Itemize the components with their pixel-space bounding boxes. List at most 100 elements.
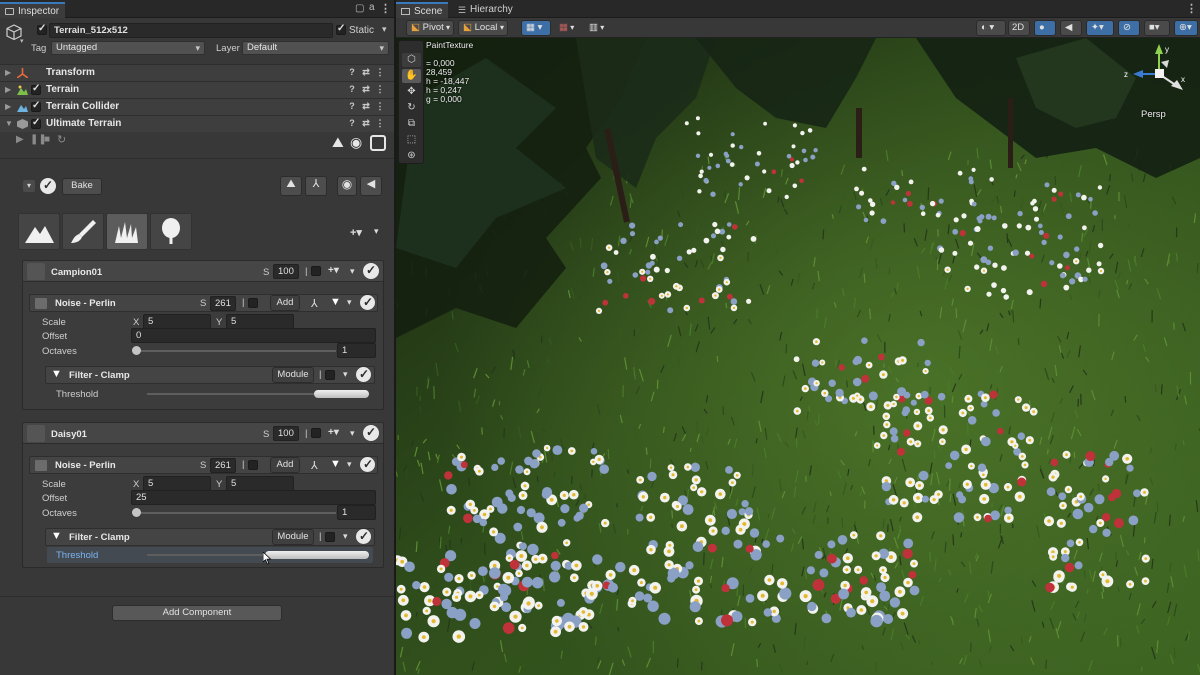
tool-view-cube[interactable]: ⬡ (402, 53, 421, 67)
add-blend-button[interactable]: Add (270, 457, 300, 473)
filter-icon[interactable]: ▼ (330, 458, 341, 470)
noise-module-header[interactable]: Noise - Perlin S 261 | Add ⅄ ▼ ▾ (29, 456, 378, 474)
terrain-tool-button[interactable]: ⛰ (280, 176, 302, 196)
filter-toggle[interactable] (325, 370, 335, 380)
shading-mode-dropdown[interactable]: ◐ ▾ (976, 20, 1006, 36)
persp-label[interactable]: Persp (1141, 109, 1166, 120)
fold-arrow-icon[interactable]: ▶ (5, 102, 11, 111)
scene-menu-icon[interactable]: ⋮ (1186, 4, 1197, 15)
audio-toggle[interactable]: ◀ (1060, 20, 1082, 36)
globe-settings-icon[interactable]: ◉ (350, 134, 362, 151)
component-ultimate-terrain[interactable]: ▼ Ultimate Terrain ? ⇄ ⋮ (0, 115, 394, 132)
preset-icon[interactable]: ⇄ (361, 118, 371, 129)
tripod-icon[interactable]: ⅄ (311, 459, 318, 472)
preset-icon[interactable]: ⇄ (361, 67, 371, 78)
filter-mode-button[interactable]: Module (272, 529, 314, 545)
add-terrain-icon[interactable]: ⛰ (332, 134, 344, 151)
gizmo-y-cone[interactable] (1155, 44, 1163, 54)
layer-toggle[interactable] (311, 266, 321, 276)
fold-arrow-expanded-icon[interactable]: ▼ (5, 119, 13, 128)
module-toggle[interactable] (248, 460, 258, 470)
preset-icon[interactable]: ⇄ (361, 84, 371, 95)
component-terrain[interactable]: ▶ Terrain ? ⇄ ⋮ (0, 81, 394, 98)
strength-field[interactable]: 261 (210, 458, 236, 473)
component-menu-icon[interactable]: ⋮ (375, 84, 385, 95)
lock-icon[interactable]: ▢ (355, 3, 364, 14)
orientation-gizmo[interactable]: y z x (1121, 40, 1191, 102)
object-name-field[interactable]: Terrain_512x512 (49, 23, 333, 38)
tab-scene[interactable]: Scene (396, 2, 449, 18)
announce-button[interactable]: ◀ (360, 176, 382, 196)
play-mode-button[interactable]: ◉ (337, 176, 357, 196)
effects-dropdown[interactable]: ✦▾ (1086, 20, 1114, 36)
tool-transform[interactable]: ⊛ (402, 149, 421, 163)
add-module-icon[interactable]: +▾ (328, 265, 339, 276)
module-enabled-check[interactable] (360, 457, 375, 472)
tool-hand[interactable]: ✋ (402, 69, 421, 83)
filter-dropdown-icon[interactable]: ▾ (343, 531, 348, 542)
tab-hierarchy[interactable]: ☰ Hierarchy (454, 2, 513, 18)
scale-y-field[interactable]: 5 (226, 314, 294, 329)
pivot-dropdown[interactable]: ⬕ Pivot ▾ (406, 20, 454, 36)
bake-enabled-check[interactable] (40, 178, 56, 194)
preset-icon[interactable]: ⇄ (361, 101, 371, 112)
module-toggle[interactable] (248, 298, 258, 308)
stop-icon[interactable]: ■ (44, 134, 50, 145)
layer-toggle[interactable] (311, 428, 321, 438)
noise-module-header[interactable]: Noise - Perlin S 261 | Add ⅄ ▼ ▾ (29, 294, 378, 312)
component-enabled-checkbox[interactable] (31, 100, 41, 112)
layer-dropdown-icon[interactable]: ▾ (350, 266, 355, 277)
tool-move[interactable]: ✥ (402, 85, 421, 99)
octaves-field[interactable]: 1 (337, 343, 376, 358)
static-dropdown-icon[interactable]: ▾ (382, 24, 387, 35)
octaves-slider-knob[interactable] (132, 346, 141, 355)
document-icon[interactable] (370, 135, 386, 151)
layer-header[interactable]: Campion01 S 100 | +▾ ▾ (22, 260, 384, 282)
grass-tab[interactable] (106, 213, 148, 250)
bake-dropdown-icon[interactable]: ▾ (23, 180, 35, 192)
strength-field[interactable]: 261 (210, 296, 236, 311)
component-menu-icon[interactable]: ⋮ (375, 118, 385, 129)
tool-rotate[interactable]: ↻ (402, 101, 421, 115)
add-blend-button[interactable]: Add (270, 295, 300, 311)
octaves-slider-track[interactable] (136, 350, 336, 352)
lighting-toggle[interactable]: ● (1034, 20, 1056, 36)
tab-inspector[interactable]: Inspector (0, 2, 66, 18)
heightmap-tab[interactable] (18, 213, 60, 250)
camera-dropdown[interactable]: ■▾ (1144, 20, 1170, 36)
layer-dropdown[interactable]: Default (242, 41, 389, 55)
component-enabled-checkbox[interactable] (31, 83, 41, 95)
module-dropdown-icon[interactable]: ▾ (347, 297, 352, 308)
tripod-icon[interactable]: ⅄ (311, 297, 318, 310)
chevron-down-icon[interactable]: ▾ (20, 37, 24, 45)
layer-menu-icon[interactable]: ▾ (374, 226, 379, 237)
static-checkbox[interactable] (336, 23, 346, 35)
scene-viewport[interactable] (396, 38, 1200, 675)
gizmo-z-cone[interactable] (1133, 70, 1143, 78)
play-icon[interactable]: ▶ (16, 134, 24, 145)
fold-arrow-icon[interactable]: ▶ (5, 68, 11, 77)
filter-enabled-check[interactable] (356, 367, 371, 382)
help-icon[interactable]: ? (347, 67, 357, 78)
fold-arrow-icon[interactable]: ▶ (5, 85, 11, 94)
octaves-field[interactable]: 1 (337, 505, 376, 520)
scale-y-field[interactable]: 5 (226, 476, 294, 491)
filter-dropdown-icon[interactable]: ▾ (343, 369, 348, 380)
octaves-slider-track[interactable] (136, 512, 336, 514)
scale-x-field[interactable]: 5 (143, 314, 211, 329)
component-menu-icon[interactable]: ⋮ (375, 67, 385, 78)
add-layer-icon[interactable]: +▾ (350, 226, 362, 239)
module-dropdown-icon[interactable]: ▾ (347, 459, 352, 470)
component-enabled-checkbox[interactable] (31, 117, 41, 129)
layer-dropdown-icon[interactable]: ▾ (350, 428, 355, 439)
help-icon[interactable]: ? (347, 118, 357, 129)
scale-x-field[interactable]: 5 (143, 476, 211, 491)
layer-enabled-check[interactable] (363, 263, 379, 279)
help-icon[interactable]: ? (347, 84, 357, 95)
filter-module-header[interactable]: ▼ Filter - Clamp Module | ▾ (45, 528, 375, 546)
component-transform[interactable]: ▶ Transform ? ⇄ ⋮ (0, 64, 394, 81)
threshold-range-bar[interactable] (313, 390, 369, 398)
strength-field[interactable]: 100 (273, 264, 299, 279)
threshold-range-bar[interactable] (264, 551, 369, 559)
inspector-menu-icon[interactable]: ⋮ (380, 4, 391, 15)
